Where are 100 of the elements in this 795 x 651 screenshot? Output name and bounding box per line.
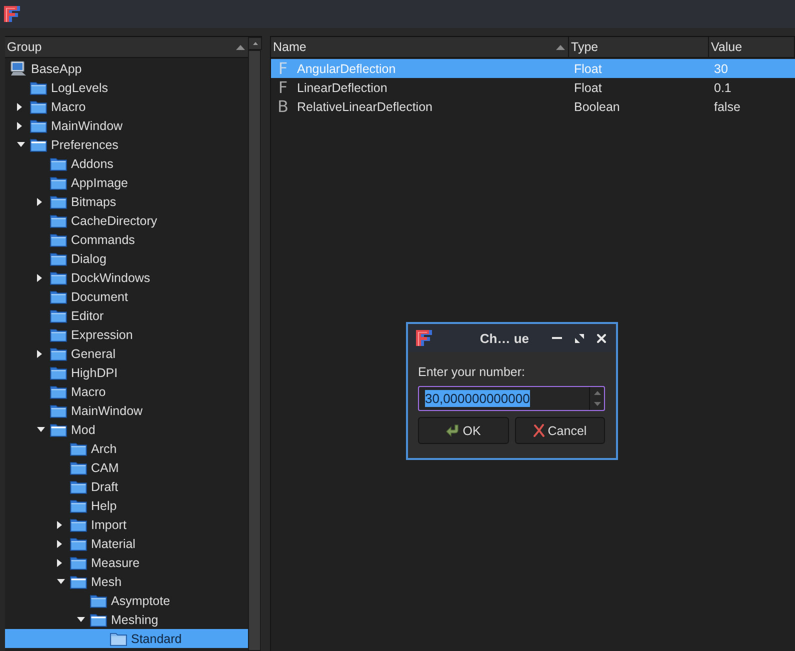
tree-item[interactable]: Help — [5, 496, 248, 515]
tree-item-label: Arch — [91, 442, 117, 456]
tree-item[interactable]: Addons — [5, 154, 248, 173]
tree-item-label: Macro — [71, 384, 106, 398]
expand-arrow-icon[interactable] — [37, 274, 42, 282]
tree-item[interactable]: Draft — [5, 477, 248, 496]
tree-item[interactable]: Document — [5, 287, 248, 306]
tree-item-label: Draft — [91, 480, 118, 494]
type-cell-text: Float — [573, 62, 603, 76]
collapse-arrow-icon[interactable] — [17, 142, 25, 147]
app-logo-icon — [415, 329, 433, 347]
expand-arrow-icon[interactable] — [57, 540, 62, 548]
tree-item[interactable]: Bitmaps — [5, 192, 248, 211]
tree-item[interactable]: AppImage — [5, 173, 248, 192]
number-field[interactable]: 30,000000000000 — [418, 386, 605, 411]
tree-item[interactable]: Macro — [5, 382, 248, 401]
collapse-arrow-icon[interactable] — [77, 617, 85, 622]
tree-item[interactable]: Standard — [5, 629, 248, 648]
collapse-arrow-icon[interactable] — [57, 579, 65, 584]
tree-item-label: Measure — [91, 556, 140, 570]
expand-arrow-icon[interactable] — [17, 122, 22, 130]
tree-item-label: DockWindows — [71, 270, 150, 284]
tree-item[interactable]: Import — [5, 515, 248, 534]
tree-item[interactable]: Commands — [5, 230, 248, 249]
tree-item-label: HighDPI — [71, 366, 118, 380]
value-cell-text: 0.1 — [713, 80, 732, 94]
scroll-up-button[interactable] — [248, 37, 262, 50]
dialog-title: Ch… ue — [478, 330, 529, 346]
tree-item-label: Standard — [131, 632, 182, 646]
type-cell-text: Float — [573, 80, 603, 94]
ok-button[interactable]: OK — [418, 417, 508, 444]
tree-item-label: MainWindow — [51, 118, 123, 132]
collapse-arrow-icon[interactable] — [37, 427, 45, 432]
tree-item-label: Commands — [71, 232, 135, 246]
expand-arrow-icon[interactable] — [57, 520, 62, 528]
cross-icon — [532, 424, 545, 437]
name-cell: RelativeLinearDeflection — [297, 100, 432, 114]
type-icon: B — [275, 97, 291, 116]
tree-item[interactable]: Preferences — [5, 135, 248, 154]
tree-item[interactable]: BaseApp — [5, 59, 248, 78]
column-header[interactable]: Type — [569, 37, 709, 57]
tree-item[interactable]: Arch — [5, 439, 248, 458]
tree-item-label: Bitmaps — [71, 194, 116, 208]
tree-item-label: Asymptote — [111, 594, 170, 608]
close-icon[interactable] — [597, 334, 606, 342]
expand-arrow-icon[interactable] — [37, 198, 42, 206]
tree-item-label: Macro — [51, 100, 86, 114]
cancel-button[interactable]: Cancel — [514, 417, 605, 444]
tree-item[interactable]: Editor — [5, 306, 248, 325]
tree-item[interactable]: MainWindow — [5, 401, 248, 420]
tree-item[interactable]: Mod — [5, 420, 248, 439]
tree-item-label: LogLevels — [51, 80, 108, 94]
computer-icon — [10, 61, 27, 76]
tree-item[interactable]: DockWindows — [5, 268, 248, 287]
tree-item[interactable]: Mesh — [5, 572, 248, 591]
name-cell: AngularDeflection — [297, 62, 396, 76]
tree-item-label: General — [71, 346, 116, 360]
tree-item[interactable]: CAM — [5, 458, 248, 477]
tree-item-label: Meshing — [111, 612, 158, 626]
tree-item[interactable]: Material — [5, 534, 248, 553]
tree-item-label: Addons — [71, 156, 114, 170]
value-cell-text: false — [713, 100, 742, 114]
tree-item-label: Dialog — [71, 252, 106, 266]
tree-item[interactable]: Expression — [5, 325, 248, 344]
group-column-header[interactable]: Group — [5, 37, 248, 58]
tree-item-label: Material — [91, 536, 136, 550]
tree-item[interactable]: Macro — [5, 97, 248, 116]
expand-arrow-icon[interactable] — [57, 558, 62, 566]
tree-item-label: BaseApp — [31, 62, 82, 76]
expand-arrow-icon[interactable] — [37, 350, 42, 358]
parameter-row[interactable]: F LinearDeflection Float 0.1 — [271, 78, 795, 97]
tree-item[interactable]: Meshing — [5, 610, 248, 629]
tree-item[interactable]: LogLevels — [5, 78, 248, 97]
tree-item-label: Mod — [71, 422, 96, 436]
tree-item-label: Preferences — [51, 138, 118, 152]
type-icon: F — [275, 78, 291, 97]
tree-item-label: Document — [71, 290, 128, 304]
prompt-label: Enter your number: — [418, 364, 526, 380]
name-cell: LinearDeflection — [297, 80, 388, 94]
tree-item[interactable]: CacheDirectory — [5, 211, 248, 230]
tree-item[interactable]: Measure — [5, 553, 248, 572]
tree-item[interactable]: MainWindow — [5, 116, 248, 135]
tree-item[interactable]: Dialog — [5, 249, 248, 268]
app-logo-icon — [3, 5, 21, 23]
parameter-row[interactable]: B RelativeLinearDeflection Boolean false — [271, 97, 795, 116]
type-icon: F — [275, 59, 291, 78]
tree-item[interactable]: Asymptote — [5, 591, 248, 610]
column-header[interactable]: Value — [709, 37, 795, 57]
type-cell-text: Boolean — [573, 100, 621, 114]
value-cell-text: 30 — [713, 62, 729, 76]
maximize-icon[interactable] — [575, 334, 584, 342]
tree-item[interactable]: General — [5, 344, 248, 363]
tree-item-label: CAM — [91, 460, 119, 474]
expand-arrow-icon[interactable] — [17, 102, 22, 110]
tree-item-label: CacheDirectory — [71, 214, 158, 228]
tree-item-label: MainWindow — [71, 404, 143, 418]
return-arrow-icon — [446, 424, 460, 437]
column-header[interactable]: Name — [271, 37, 569, 57]
tree-item[interactable]: HighDPI — [5, 363, 248, 382]
tree-item-label: Help — [91, 498, 117, 512]
